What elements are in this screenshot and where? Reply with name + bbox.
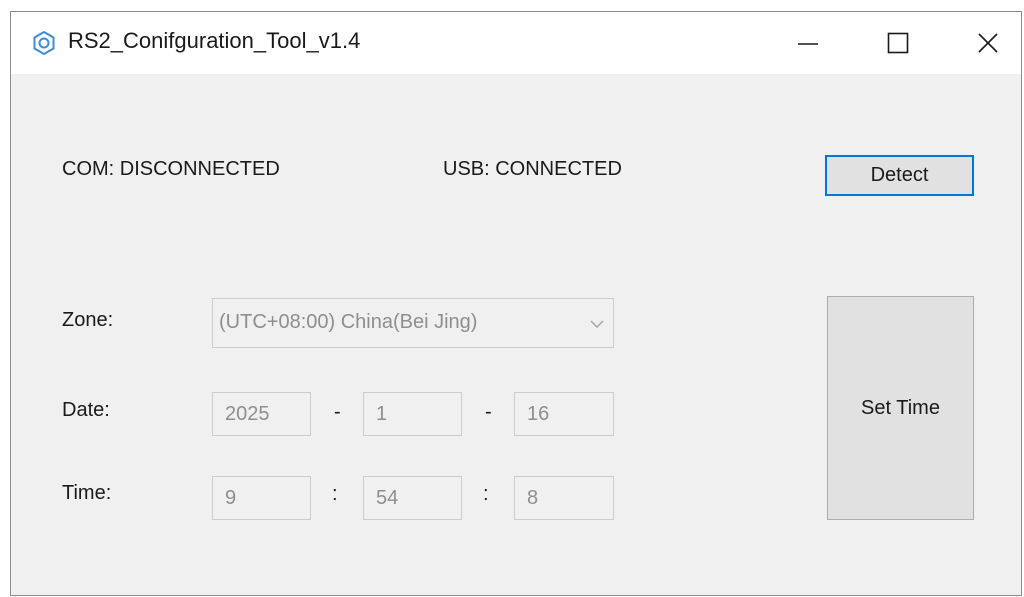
day-field[interactable]: [514, 392, 614, 436]
minimize-button[interactable]: [763, 12, 853, 74]
app-window: RS2_Conifguration_Tool_v1.4 COM: DISCONN…: [10, 11, 1022, 596]
close-button[interactable]: [943, 12, 1024, 74]
maximize-button[interactable]: [853, 12, 943, 74]
window-title: RS2_Conifguration_Tool_v1.4: [68, 28, 361, 53]
detect-button[interactable]: Detect: [825, 155, 974, 196]
time-separator: :: [332, 483, 338, 505]
gear-icon: [31, 30, 57, 56]
close-icon: [978, 33, 998, 53]
title-bar: RS2_Conifguration_Tool_v1.4: [11, 12, 1021, 74]
date-label: Date:: [62, 399, 110, 421]
minimize-icon: [798, 43, 818, 45]
hour-field[interactable]: [212, 476, 311, 520]
time-label: Time:: [62, 482, 112, 504]
date-separator: -: [334, 401, 341, 423]
minute-field[interactable]: [363, 476, 462, 520]
zone-label: Zone:: [62, 309, 114, 331]
com-status: COM: DISCONNECTED: [62, 158, 280, 180]
maximize-icon: [887, 32, 909, 54]
month-field[interactable]: [363, 392, 462, 436]
time-separator: :: [483, 483, 489, 505]
chevron-down-icon: [589, 317, 605, 335]
date-separator: -: [485, 401, 492, 423]
second-field[interactable]: [514, 476, 614, 520]
usb-status: USB: CONNECTED: [443, 158, 622, 180]
set-time-button[interactable]: Set Time: [827, 296, 974, 520]
zone-select-value: (UTC+08:00) China(Bei Jing): [219, 311, 478, 333]
year-field[interactable]: [212, 392, 311, 436]
zone-select[interactable]: (UTC+08:00) China(Bei Jing): [212, 298, 614, 348]
